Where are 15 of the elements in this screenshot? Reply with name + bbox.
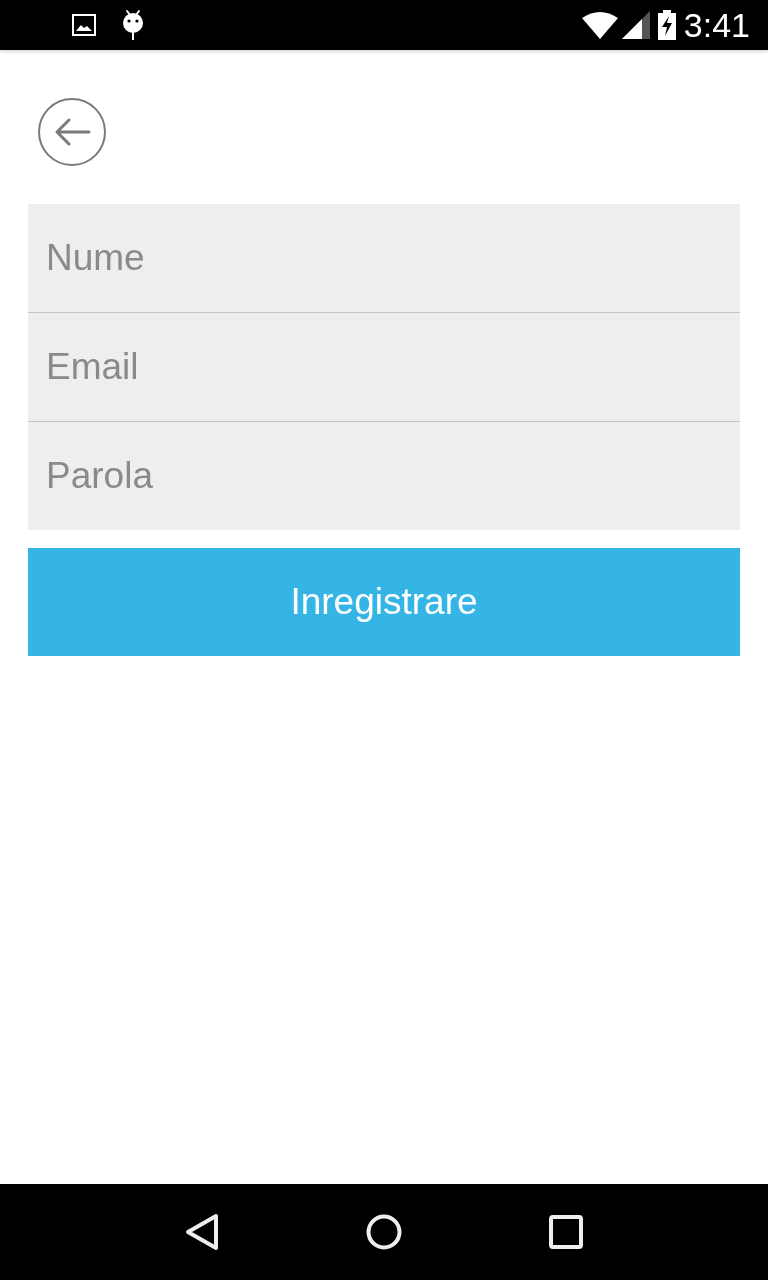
android-icon [122, 9, 144, 41]
wifi-icon [581, 11, 618, 39]
back-icon[interactable] [185, 1213, 220, 1251]
back-arrow-icon [53, 117, 91, 147]
battery-charging-icon [657, 10, 676, 40]
name-field[interactable]: Nume [28, 204, 740, 313]
status-time: 3:41 [683, 8, 750, 42]
home-icon[interactable] [366, 1214, 402, 1250]
image-icon [72, 14, 96, 36]
recent-apps-icon[interactable] [548, 1215, 583, 1249]
password-field[interactable]: Parola [28, 422, 740, 530]
email-field[interactable]: Email [28, 313, 740, 422]
back-button[interactable] [38, 98, 106, 166]
register-button[interactable]: Inregistrare [28, 548, 740, 656]
signal-icon [621, 11, 650, 39]
